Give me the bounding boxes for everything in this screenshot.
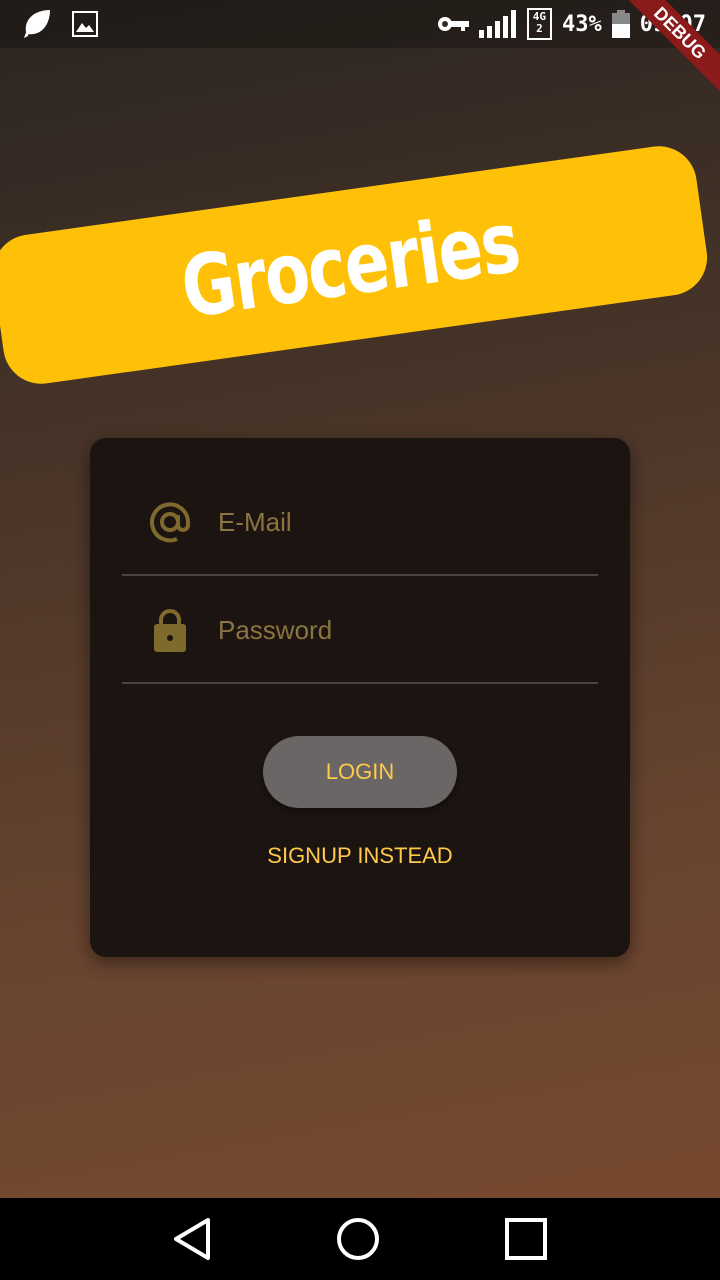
signal-icon	[478, 10, 516, 38]
email-field-row	[122, 470, 598, 576]
leaf-icon	[24, 10, 50, 38]
recents-icon[interactable]	[504, 1217, 548, 1261]
password-input[interactable]	[218, 614, 578, 646]
password-field-row	[122, 578, 598, 684]
login-card: LOGIN SIGNUP INSTEAD	[90, 438, 630, 957]
app-title: Groceries	[175, 192, 525, 338]
home-icon[interactable]	[336, 1217, 380, 1261]
email-input[interactable]	[218, 506, 578, 538]
sim-number: 2	[536, 22, 543, 35]
login-button[interactable]: LOGIN	[263, 736, 457, 808]
status-bar: 4G2 43% 09:07	[0, 0, 720, 48]
navigation-bar	[0, 1198, 720, 1280]
battery-percent: 43%	[562, 11, 602, 37]
back-icon[interactable]	[172, 1217, 212, 1261]
battery-icon	[611, 10, 630, 38]
image-icon	[72, 11, 98, 37]
vpn-key-icon	[437, 17, 469, 31]
at-icon	[150, 502, 190, 543]
app-title-banner: Groceries	[0, 141, 712, 389]
signup-instead-button[interactable]: SIGNUP INSTEAD	[90, 843, 630, 869]
network-signal-2: 4G 2	[526, 8, 553, 40]
lock-icon	[154, 609, 186, 652]
